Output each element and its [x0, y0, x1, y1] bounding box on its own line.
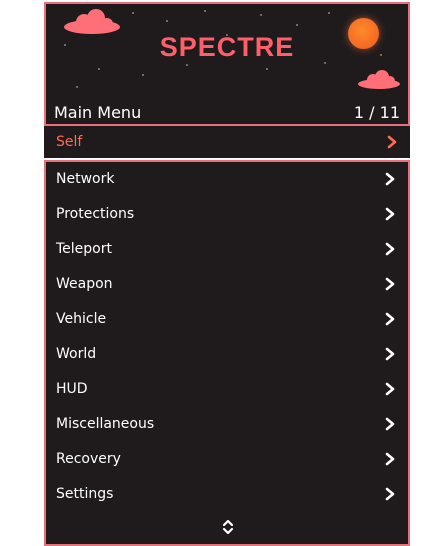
star-decoration [296, 24, 298, 26]
menu-item-label: Miscellaneous [56, 415, 155, 432]
star-decoration [98, 68, 100, 70]
menu-item-protections[interactable]: Protections [46, 197, 408, 232]
menu-item-label: Weapon [56, 276, 113, 293]
menu-title: Main Menu [54, 102, 142, 122]
menu-item-vehicle[interactable]: Vehicle [46, 302, 408, 337]
chevron-right-icon [385, 417, 395, 431]
star-decoration [132, 12, 134, 14]
chevron-right-icon [387, 135, 397, 149]
star-decoration [266, 68, 268, 70]
star-decoration [204, 10, 206, 12]
mod-menu: SPECTRE Main Menu 1 / 11 Self Network Pr… [44, 2, 410, 546]
menu-item-label: Vehicle [56, 311, 107, 328]
menu-subheader: Main Menu 1 / 11 [54, 101, 400, 123]
page-counter: 1 / 11 [353, 102, 400, 122]
menu-item-teleport[interactable]: Teleport [46, 232, 408, 267]
star-decoration [186, 64, 188, 66]
star-decoration [166, 20, 168, 22]
chevron-right-icon [385, 452, 395, 465]
menu-item-label: Protections [56, 206, 135, 223]
chevron-right-icon [385, 173, 395, 186]
menu-item-network[interactable]: Network [46, 162, 408, 197]
menu-item-hud[interactable]: HUD [46, 371, 408, 406]
star-decoration [76, 86, 78, 88]
menu-item-settings[interactable]: Settings [46, 476, 408, 511]
chevron-right-icon [385, 277, 395, 291]
menu-item-recovery[interactable]: Recovery [46, 441, 408, 476]
menu-item-self[interactable]: Self [44, 126, 410, 158]
chevron-right-icon [385, 208, 395, 221]
menu-item-weapon[interactable]: Weapon [46, 267, 408, 302]
up-down-arrows-icon[interactable] [222, 518, 234, 536]
chevron-right-icon [385, 487, 395, 500]
chevron-right-icon [385, 347, 395, 361]
star-decoration [142, 74, 144, 76]
cloud-icon [358, 70, 400, 89]
star-decoration [328, 12, 330, 14]
menu-item-label: Network [56, 171, 115, 188]
menu-item-label: Settings [56, 485, 114, 502]
menu-item-label: World [56, 345, 97, 362]
menu-item-label: Self [56, 134, 83, 150]
menu-item-label: Teleport [56, 241, 112, 258]
menu-item-label: Recovery [56, 450, 121, 467]
chevron-right-icon [385, 312, 395, 326]
menu-list: Network Protections Teleport Weapon Vehi… [44, 160, 410, 546]
star-decoration [260, 14, 262, 16]
chevron-right-icon [385, 382, 395, 396]
menu-item-miscellaneous[interactable]: Miscellaneous [46, 406, 408, 441]
chevron-right-icon [385, 242, 395, 256]
menu-item-world[interactable]: World [46, 337, 408, 372]
menu-header: SPECTRE Main Menu 1 / 11 [44, 2, 410, 126]
menu-item-label: HUD [56, 380, 88, 397]
banner-title: SPECTRE [159, 32, 295, 62]
